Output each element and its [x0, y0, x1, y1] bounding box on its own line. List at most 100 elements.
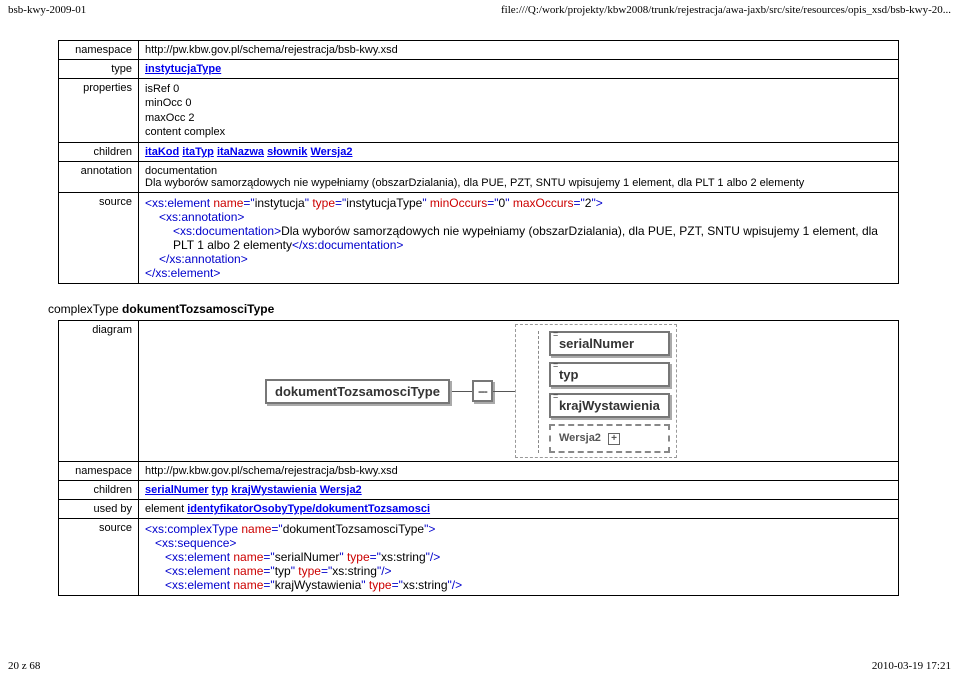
child-link-5[interactable]: Wersja2	[310, 146, 352, 158]
node-label: typ	[559, 367, 579, 382]
q: "	[339, 550, 347, 564]
q: "	[361, 578, 369, 592]
footer-left: 20 z 68	[8, 660, 40, 672]
attr: type	[369, 578, 392, 592]
tag: </xs:annotation>	[159, 252, 248, 266]
src2-line-1: <xs:complexType name="dokumentTozsamosci…	[145, 522, 892, 536]
label-namespace: namespace	[59, 41, 139, 60]
node-label: serialNumer	[559, 336, 634, 351]
child-link-4[interactable]: słownik	[267, 146, 307, 158]
attr: name	[233, 578, 263, 592]
child-link[interactable]: serialNumer	[145, 484, 209, 496]
header-left: bsb-kwy-2009-01	[8, 4, 86, 16]
eq: ="	[574, 196, 585, 210]
element-table-2: diagram dokumentTozsamosciType --- =seri…	[58, 320, 899, 596]
row-properties: properties isRef 0 minOcc 0 maxOcc 2 con…	[59, 79, 899, 143]
val: xs:string	[403, 578, 448, 592]
value-source: <xs:element name="instytucja" type="inst…	[139, 193, 899, 284]
child-link-3[interactable]: itaNazwa	[217, 146, 264, 158]
diagram-cell: dokumentTozsamosciType --- =serialNumer …	[139, 321, 899, 462]
child-link[interactable]: typ	[212, 484, 229, 496]
tag: <xs:annotation>	[159, 210, 244, 224]
expand-icon[interactable]: +	[608, 433, 620, 445]
label-children-2: children	[59, 481, 139, 500]
eq: ="	[263, 564, 274, 578]
diagram-root-node: dokumentTozsamosciType	[265, 379, 450, 404]
attr: minOccurs	[430, 196, 487, 210]
src-line-4: </xs:annotation>	[145, 252, 892, 266]
value-type: instytucjaType	[139, 60, 899, 79]
page-footer: 20 z 68 2010-03-19 17:21	[8, 660, 951, 672]
tag: <xs:complexType	[145, 522, 241, 536]
page-header: bsb-kwy-2009-01 file:///Q:/work/projekty…	[8, 4, 951, 16]
label-source-2: source	[59, 519, 139, 596]
attr: name	[213, 196, 243, 210]
node-typ: =typ	[549, 362, 670, 387]
src-line-5: </xs:element>	[145, 266, 892, 280]
value-properties: isRef 0 minOcc 0 maxOcc 2 content comple…	[139, 79, 899, 143]
eq: ="	[487, 196, 498, 210]
src-line-3: <xs:documentation>Dla wyborów samorządow…	[145, 224, 892, 252]
src-line-2: <xs:annotation>	[145, 210, 892, 224]
value-source-2: <xs:complexType name="dokumentTozsamosci…	[139, 519, 899, 596]
label-annotation: annotation	[59, 162, 139, 193]
attr: maxOccurs	[513, 196, 574, 210]
section-name: dokumentTozsamosciType	[122, 302, 274, 316]
tag: <xs:element	[165, 578, 233, 592]
row-diagram: diagram dokumentTozsamosciType --- =seri…	[59, 321, 899, 462]
attr: type	[312, 196, 335, 210]
eq: ="	[370, 550, 381, 564]
src2-line-3: <xs:element name="serialNumer" type="xs:…	[145, 550, 892, 564]
value-namespace: http://pw.kbw.gov.pl/schema/rejestracja/…	[139, 41, 899, 60]
value-usedby: element identyfikatorOsobyType/dokumentT…	[139, 500, 899, 519]
child-link[interactable]: Wersja2	[320, 484, 362, 496]
value-children-2: serialNumer typ krajWystawienia Wersja2	[139, 481, 899, 500]
eq: ="	[335, 196, 346, 210]
node-label: krajWystawienia	[559, 398, 660, 413]
tag: <xs:element	[165, 550, 233, 564]
child-link-1[interactable]: itaKod	[145, 146, 179, 158]
row-namespace-2: namespace http://pw.kbw.gov.pl/schema/re…	[59, 462, 899, 481]
src2-line-5: <xs:element name="krajWystawienia" type=…	[145, 578, 892, 592]
src-line-1: <xs:element name="instytucja" type="inst…	[145, 196, 892, 210]
val: instytucjaType	[346, 196, 422, 210]
section-prefix: complexType	[48, 302, 122, 316]
node-krajwystawienia: =krajWystawienia	[549, 393, 670, 418]
eq-icon: =	[553, 391, 558, 401]
tag: </xs:element>	[145, 266, 220, 280]
tag: <xs:element	[165, 564, 233, 578]
eq: ="	[321, 564, 332, 578]
label-diagram: diagram	[59, 321, 139, 462]
val: typ	[275, 564, 291, 578]
value-annotation: documentation Dla wyborów samorządowych …	[139, 162, 899, 193]
children-column: = serialNumer =typ =krajWystawienia Wersj…	[538, 331, 670, 453]
attr: name	[233, 564, 263, 578]
annotation-doc-label: documentation	[145, 165, 892, 177]
q: ">	[424, 522, 435, 536]
eq: ="	[263, 550, 274, 564]
type-link[interactable]: instytucjaType	[145, 63, 221, 75]
page: bsb-kwy-2009-01 file:///Q:/work/projekty…	[0, 0, 959, 676]
footer-right: 2010-03-19 17:21	[872, 660, 951, 672]
usedby-link[interactable]: identyfikatorOsobyType/dokumentTozsamosc…	[187, 503, 430, 515]
element-table-1: namespace http://pw.kbw.gov.pl/schema/re…	[58, 40, 899, 284]
child-link[interactable]: krajWystawienia	[231, 484, 316, 496]
q: "	[422, 196, 430, 210]
q: "/>	[426, 550, 441, 564]
eq: ="	[271, 522, 282, 536]
attr: name	[241, 522, 271, 536]
attr: name	[233, 550, 263, 564]
tag: <xs:element	[145, 196, 213, 210]
eq: ="	[263, 578, 274, 592]
val: xs:string	[381, 550, 426, 564]
q: "	[505, 196, 513, 210]
value-children: itaKod itaTyp itaNazwa słownik Wersja2	[139, 143, 899, 162]
node-label: Wersja2	[559, 432, 601, 444]
row-type: type instytucjaType	[59, 60, 899, 79]
row-source-2: source <xs:complexType name="dokumentToz…	[59, 519, 899, 596]
connector-line	[493, 391, 515, 392]
row-namespace: namespace http://pw.kbw.gov.pl/schema/re…	[59, 41, 899, 60]
val: krajWystawienia	[275, 578, 362, 592]
child-link-2[interactable]: itaTyp	[182, 146, 214, 158]
label-properties: properties	[59, 79, 139, 143]
